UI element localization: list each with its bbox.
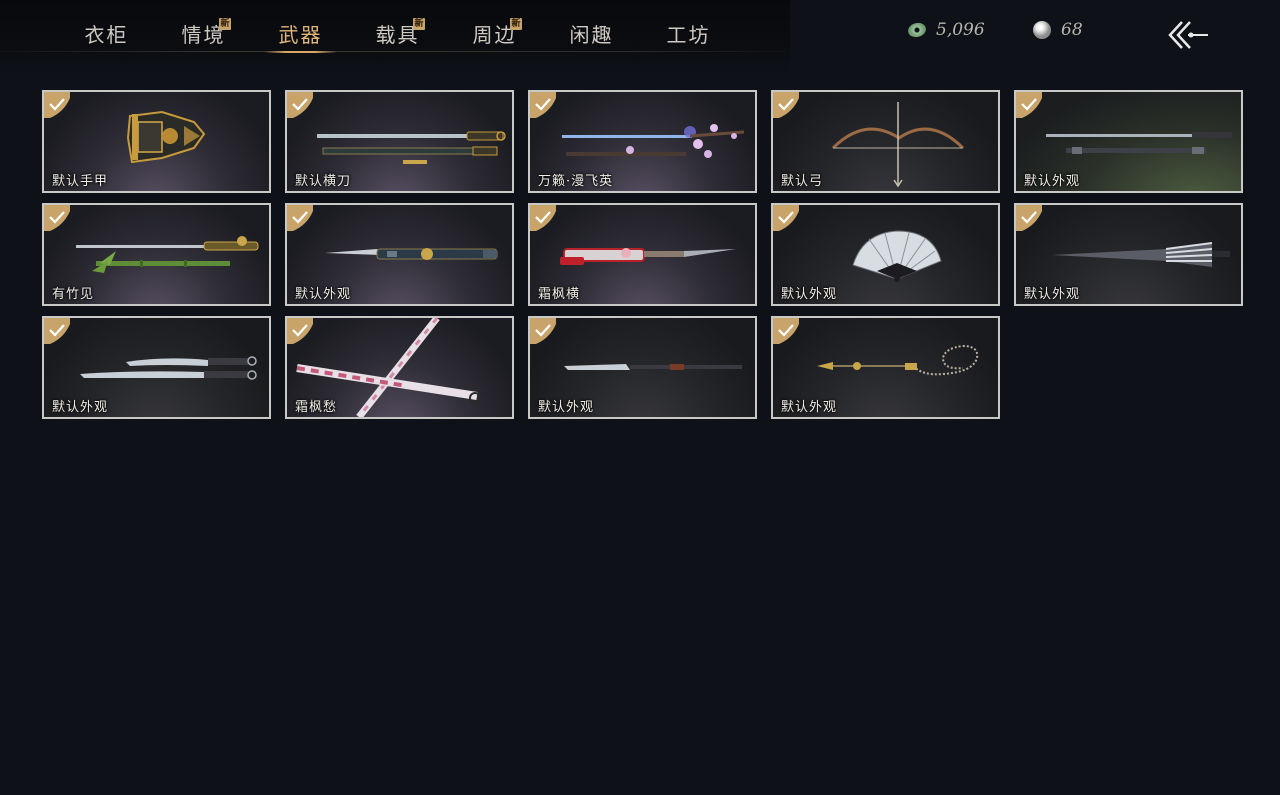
weapon-card[interactable]: 默认外观 (1014, 203, 1243, 306)
tab-leisure[interactable]: 闲趣 (543, 18, 640, 52)
weapon-grid: 默认手甲 默认横刀 万籁·漫飞英 默认弓 默认外观 有竹见 默认外观 霜枫横 默… (42, 90, 1243, 419)
weapon-card[interactable]: 默认横刀 (285, 90, 514, 193)
weapon-card[interactable]: 默认外观 (771, 316, 1000, 419)
weapon-name: 默认外观 (295, 287, 352, 302)
jade-coin-icon (906, 20, 928, 40)
weapon-name: 有竹见 (52, 287, 95, 302)
weapon-card[interactable]: 默认外观 (771, 203, 1000, 306)
owned-check-icon (530, 92, 556, 118)
pearl-amount: 68 (1061, 20, 1083, 40)
weapon-card[interactable]: 有竹见 (42, 203, 271, 306)
owned-check-icon (44, 318, 70, 344)
weapon-card[interactable]: 霜枫愁 (285, 316, 514, 419)
tab-label: 衣柜 (84, 23, 129, 47)
owned-check-icon (287, 318, 313, 344)
back-arrow-icon (1168, 21, 1208, 49)
weapon-name: 霜枫横 (538, 287, 581, 302)
tab-weapons[interactable]: 武器 (252, 18, 349, 53)
new-badge: 新 (219, 18, 231, 30)
owned-check-icon (773, 205, 799, 231)
weapon-name: 默认横刀 (295, 174, 352, 189)
weapon-name: 默认外观 (781, 400, 838, 415)
tab-wardrobe[interactable]: 衣柜 (58, 18, 155, 52)
new-badge: 新 (510, 18, 522, 30)
weapon-card[interactable]: 万籁·漫飞英 (528, 90, 757, 193)
tab-scene[interactable]: 情境 新 (155, 18, 252, 52)
pearl-icon (1033, 21, 1051, 39)
weapon-name: 霜枫愁 (295, 400, 338, 415)
tab-workshop[interactable]: 工坊 (640, 18, 737, 52)
weapon-name: 默认弓 (781, 174, 824, 189)
pearl-currency: 68 (1033, 20, 1083, 40)
owned-check-icon (773, 92, 799, 118)
weapon-name: 默认外观 (1024, 174, 1081, 189)
weapon-name: 万籁·漫飞英 (538, 174, 614, 189)
owned-check-icon (773, 318, 799, 344)
weapon-card[interactable]: 霜枫横 (528, 203, 757, 306)
category-tabs: 衣柜 情境 新 武器 载具 新 周边 新 闲趣 工坊 (58, 18, 737, 53)
owned-check-icon (1016, 205, 1042, 231)
tab-vehicles[interactable]: 载具 新 (349, 18, 446, 52)
tab-label: 工坊 (666, 23, 711, 47)
jade-amount: 5,096 (936, 20, 985, 40)
owned-check-icon (44, 205, 70, 231)
owned-check-icon (287, 92, 313, 118)
owned-check-icon (530, 205, 556, 231)
weapon-card[interactable]: 默认手甲 (42, 90, 271, 193)
owned-check-icon (530, 318, 556, 344)
weapon-name: 默认外观 (1024, 287, 1081, 302)
weapon-card[interactable]: 默认弓 (771, 90, 1000, 193)
tab-label: 武器 (278, 23, 323, 47)
owned-check-icon (287, 205, 313, 231)
weapon-name: 默认外观 (52, 400, 109, 415)
weapon-card[interactable]: 默认外观 (1014, 90, 1243, 193)
tab-label: 闲趣 (569, 23, 614, 47)
weapon-card[interactable]: 默认外观 (285, 203, 514, 306)
weapon-name: 默认外观 (781, 287, 838, 302)
back-button[interactable] (1166, 18, 1210, 52)
jade-currency: 5,096 (906, 20, 985, 40)
weapon-name: 默认手甲 (52, 174, 109, 189)
weapon-card[interactable]: 默认外观 (528, 316, 757, 419)
weapon-name: 默认外观 (538, 400, 595, 415)
tab-accessories[interactable]: 周边 新 (446, 18, 543, 52)
owned-check-icon (44, 92, 70, 118)
owned-check-icon (1016, 92, 1042, 118)
weapon-card[interactable]: 默认外观 (42, 316, 271, 419)
new-badge: 新 (413, 18, 425, 30)
